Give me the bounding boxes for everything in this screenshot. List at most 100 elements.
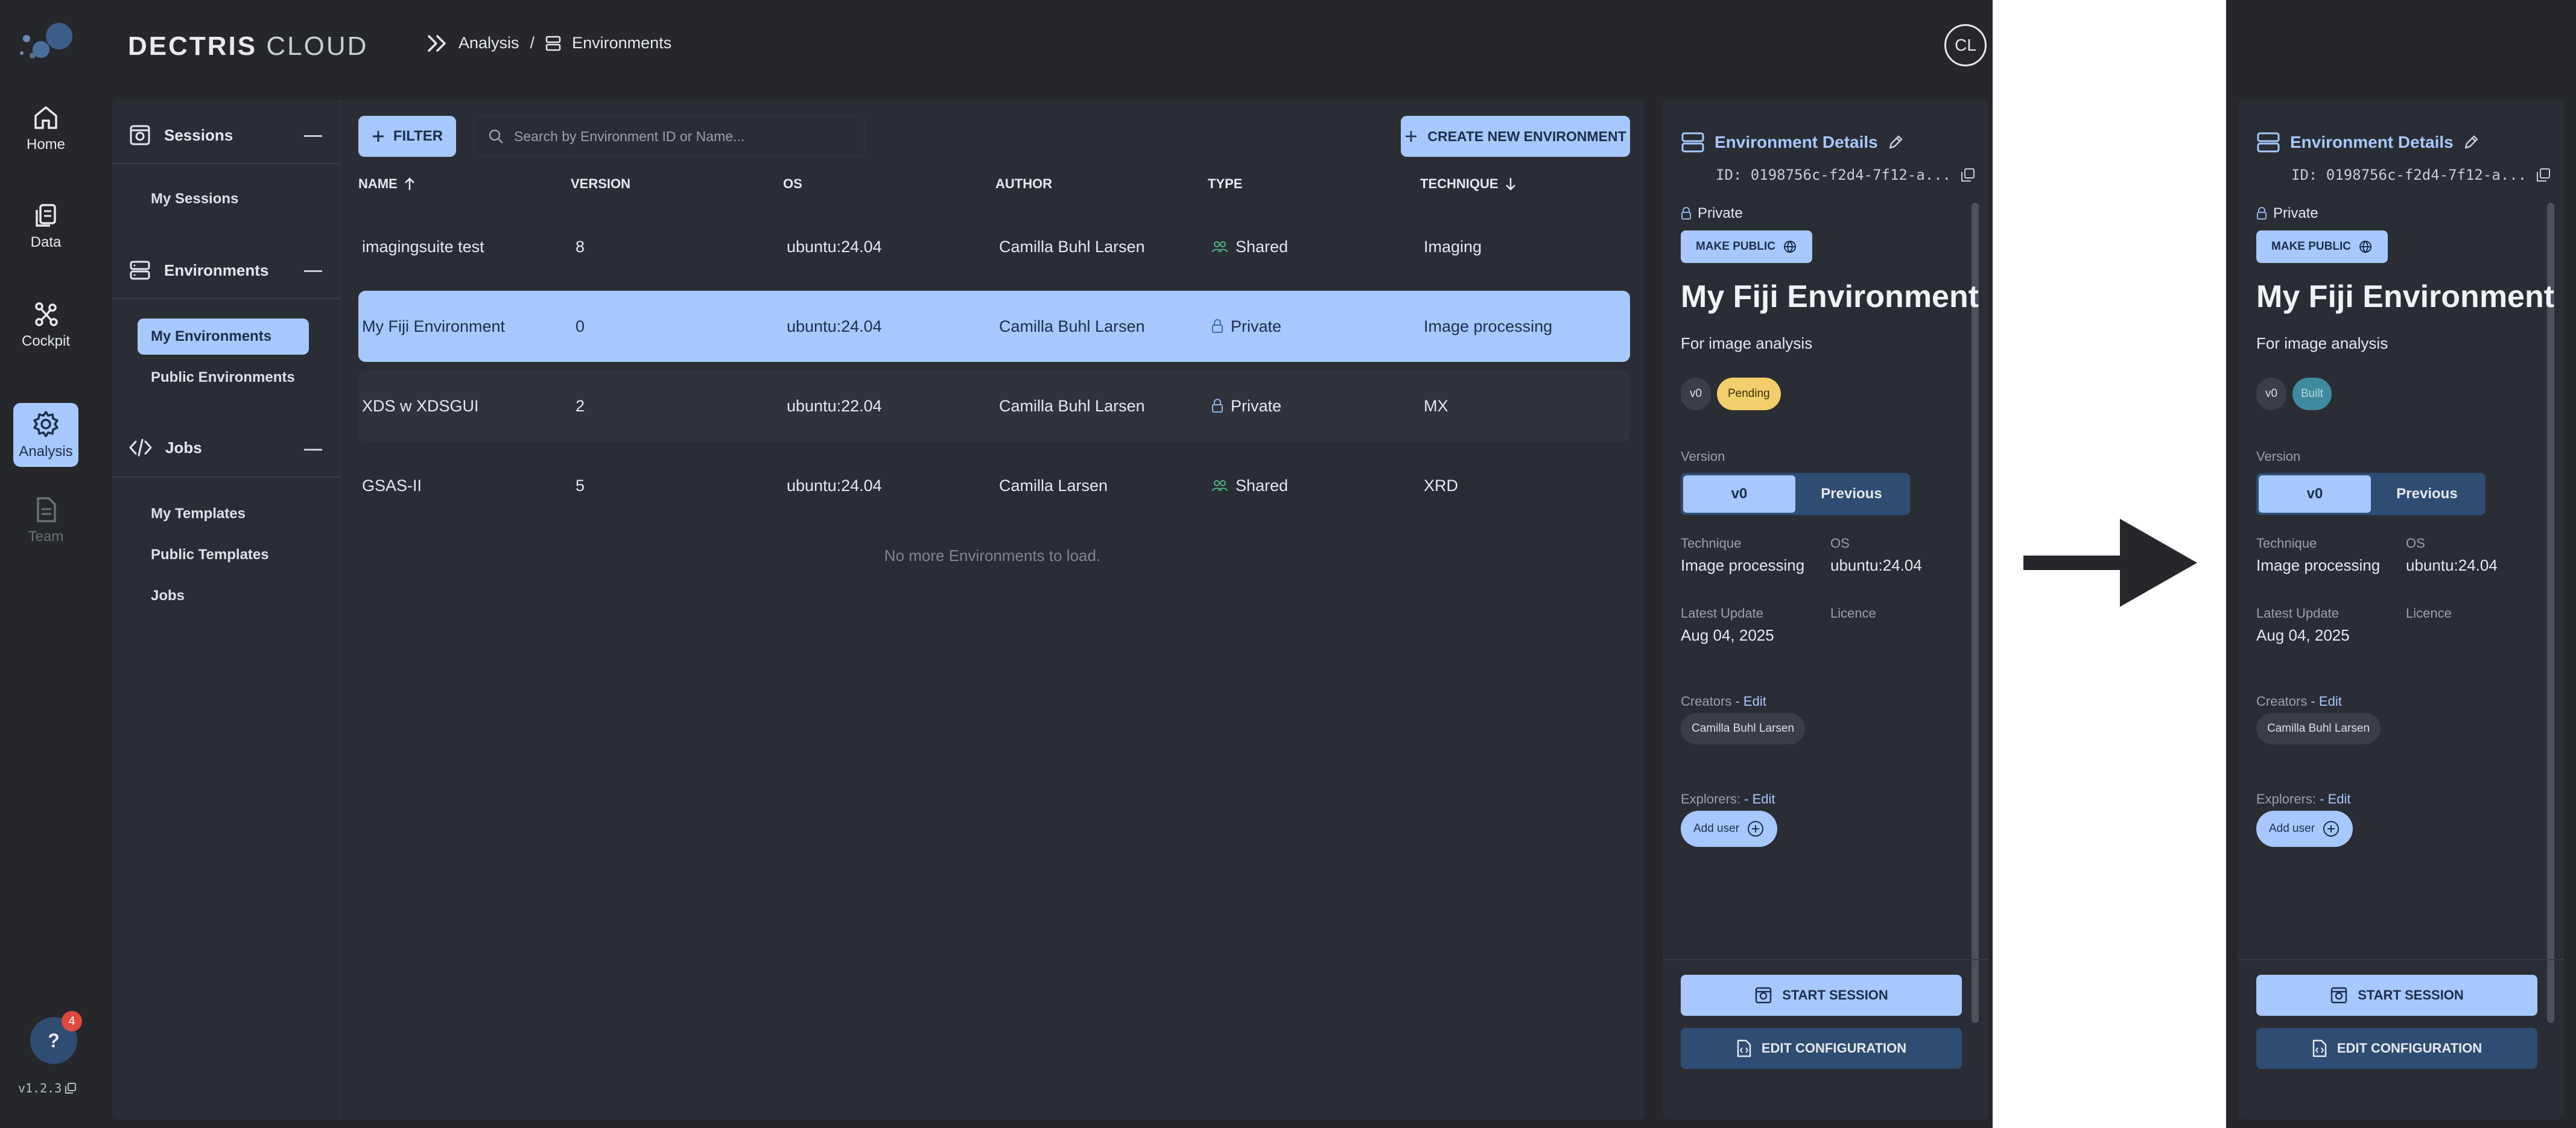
- copy-icon[interactable]: [2536, 168, 2551, 182]
- latest-update-label: Latest Update: [2256, 606, 2339, 621]
- nav-item-label: Public Environments: [151, 369, 295, 385]
- double-chevron-right-icon: [428, 34, 446, 52]
- gear-icon: [33, 411, 59, 437]
- lock-icon: [1212, 399, 1223, 413]
- shared-users-icon: [1212, 480, 1228, 492]
- cell-technique: Image processing: [1424, 317, 1553, 335]
- version-label: Version: [2256, 449, 2301, 464]
- column-header-os[interactable]: OS: [783, 176, 802, 192]
- rail-item-analysis[interactable]: Analysis: [13, 403, 78, 467]
- add-user-button[interactable]: Add user: [2256, 811, 2353, 847]
- cell-technique: MX: [1424, 396, 1448, 415]
- nav-section-jobs[interactable]: Jobs: [129, 438, 202, 457]
- cell-os: ubuntu:24.04: [787, 237, 882, 256]
- make-public-button[interactable]: MAKE PUBLIC: [2256, 230, 2388, 263]
- version-previous-tab[interactable]: Previous: [2371, 475, 2483, 513]
- add-user-button[interactable]: Add user: [1681, 811, 1777, 847]
- collapse-jobs-icon[interactable]: [304, 449, 322, 451]
- cell-name: GSAS-II: [362, 476, 422, 495]
- edit-creators-link[interactable]: - Edit: [2311, 694, 2341, 709]
- edit-explorers-link[interactable]: - Edit: [1744, 791, 1775, 806]
- rail-label-analysis: Analysis: [19, 443, 73, 460]
- dectris-logo-icon: [20, 23, 72, 59]
- nav-section-environments[interactable]: Environments: [129, 259, 268, 281]
- os-value: ubuntu:24.04: [1830, 556, 1922, 574]
- make-public-button[interactable]: MAKE PUBLIC: [1681, 230, 1812, 263]
- column-header-version[interactable]: VERSION: [571, 176, 630, 192]
- add-user-label: Add user: [2268, 822, 2315, 835]
- collapse-sessions-icon[interactable]: [304, 135, 322, 137]
- rail-item-home[interactable]: Home: [13, 97, 78, 160]
- creators-row: Creators - Edit: [2256, 694, 2342, 709]
- breadcrumb: Analysis / Environments: [427, 34, 671, 52]
- table-row[interactable]: GSAS-II 5 ubuntu:24.04 Camilla Larsen Sh…: [358, 450, 1630, 521]
- cell-version: 5: [576, 476, 585, 495]
- version-toggle: v0 Previous: [1681, 473, 1910, 515]
- nav-item-my-templates[interactable]: My Templates: [138, 496, 309, 532]
- version-current-tab[interactable]: v0: [1683, 475, 1795, 513]
- rail-item-data[interactable]: Data: [13, 194, 78, 258]
- table-row-selected[interactable]: My Fiji Environment 0 ubuntu:24.04 Camil…: [358, 291, 1630, 362]
- create-new-environment-button[interactable]: CREATE NEW ENVIRONMENT: [1401, 116, 1630, 157]
- pencil-icon[interactable]: [1888, 135, 1903, 150]
- session-icon: [1755, 987, 1772, 1004]
- brand-wordmark[interactable]: DECTRIS CLOUD: [128, 31, 368, 62]
- rail-item-team[interactable]: Team: [13, 489, 78, 553]
- cell-version: 2: [576, 396, 585, 415]
- edit-explorers-link[interactable]: - Edit: [2320, 791, 2350, 806]
- details-footer-divider: [1663, 959, 1988, 960]
- latest-update-label: Latest Update: [1681, 606, 1763, 621]
- technique-value: Image processing: [2256, 556, 2381, 574]
- home-icon: [34, 106, 57, 129]
- explorers-row: Explorers: - Edit: [2256, 791, 2351, 807]
- breadcrumb-analysis[interactable]: Analysis: [458, 34, 519, 52]
- nav-item-public-templates[interactable]: Public Templates: [138, 537, 309, 573]
- rail-item-cockpit[interactable]: Cockpit: [13, 293, 78, 357]
- column-header-technique[interactable]: TECHNIQUE: [1420, 176, 1517, 192]
- table-row[interactable]: imagingsuite test 8 ubuntu:24.04 Camilla…: [358, 211, 1630, 282]
- start-session-button[interactable]: START SESSION: [1681, 975, 1962, 1016]
- cell-author: Camilla Buhl Larsen: [999, 317, 1145, 335]
- environment-title: My Fiji Environment: [1681, 279, 1979, 314]
- rail-label-data: Data: [30, 234, 62, 250]
- details-scrollbar[interactable]: [2547, 203, 2554, 1023]
- copy-icon[interactable]: [1961, 168, 1975, 182]
- edit-configuration-button[interactable]: EDIT CONFIGURATION: [1681, 1028, 1962, 1069]
- start-session-label: START SESSION: [1782, 987, 1888, 1003]
- cell-type: Shared: [1211, 211, 1288, 282]
- nav-item-public-environments[interactable]: Public Environments: [138, 360, 309, 396]
- version-previous-tab[interactable]: Previous: [1795, 475, 1908, 513]
- cell-author: Camilla Larsen: [999, 476, 1108, 495]
- start-session-button[interactable]: START SESSION: [2256, 975, 2537, 1016]
- brand-light: CLOUD: [266, 31, 369, 61]
- edit-creators-link[interactable]: - Edit: [1735, 694, 1766, 709]
- collapse-environments-icon[interactable]: [304, 270, 322, 272]
- search-input[interactable]: [514, 128, 852, 145]
- table-row[interactable]: XDS w XDSGUI 2 ubuntu:22.04 Camilla Buhl…: [358, 370, 1630, 442]
- version-current-tab[interactable]: v0: [2259, 475, 2371, 513]
- column-header-name[interactable]: NAME: [358, 176, 416, 192]
- column-header-type[interactable]: TYPE: [1208, 176, 1242, 192]
- cell-type: Private: [1211, 291, 1281, 362]
- user-avatar[interactable]: CL: [1944, 24, 1987, 66]
- nav-item-jobs[interactable]: Jobs: [138, 578, 309, 614]
- nav-item-my-sessions[interactable]: My Sessions: [138, 181, 309, 217]
- technique-value: Image processing: [1681, 556, 1805, 574]
- version-chip: v0: [2256, 378, 2286, 410]
- edit-configuration-button[interactable]: EDIT CONFIGURATION: [2256, 1028, 2537, 1069]
- nav-item-my-environments[interactable]: My Environments: [138, 318, 309, 355]
- lock-icon: [1681, 207, 1691, 220]
- edit-configuration-label: EDIT CONFIGURATION: [1761, 1041, 1907, 1056]
- sort-descending-icon: [1505, 178, 1515, 191]
- version-chip: v0: [1681, 378, 1711, 410]
- details-scrollbar[interactable]: [1972, 203, 1979, 1023]
- app-version[interactable]: v1.2.3: [18, 1081, 77, 1095]
- column-header-author[interactable]: AUTHOR: [995, 176, 1052, 192]
- details-header-label: Environment Details: [1715, 133, 1878, 151]
- pencil-icon[interactable]: [2463, 135, 2479, 150]
- filter-button[interactable]: FILTER: [358, 116, 456, 157]
- notification-badge: 4: [62, 1011, 82, 1031]
- nav-section-sessions[interactable]: Sessions: [129, 124, 233, 146]
- search-field[interactable]: [473, 116, 865, 157]
- avatar-initials: CL: [1955, 36, 1976, 54]
